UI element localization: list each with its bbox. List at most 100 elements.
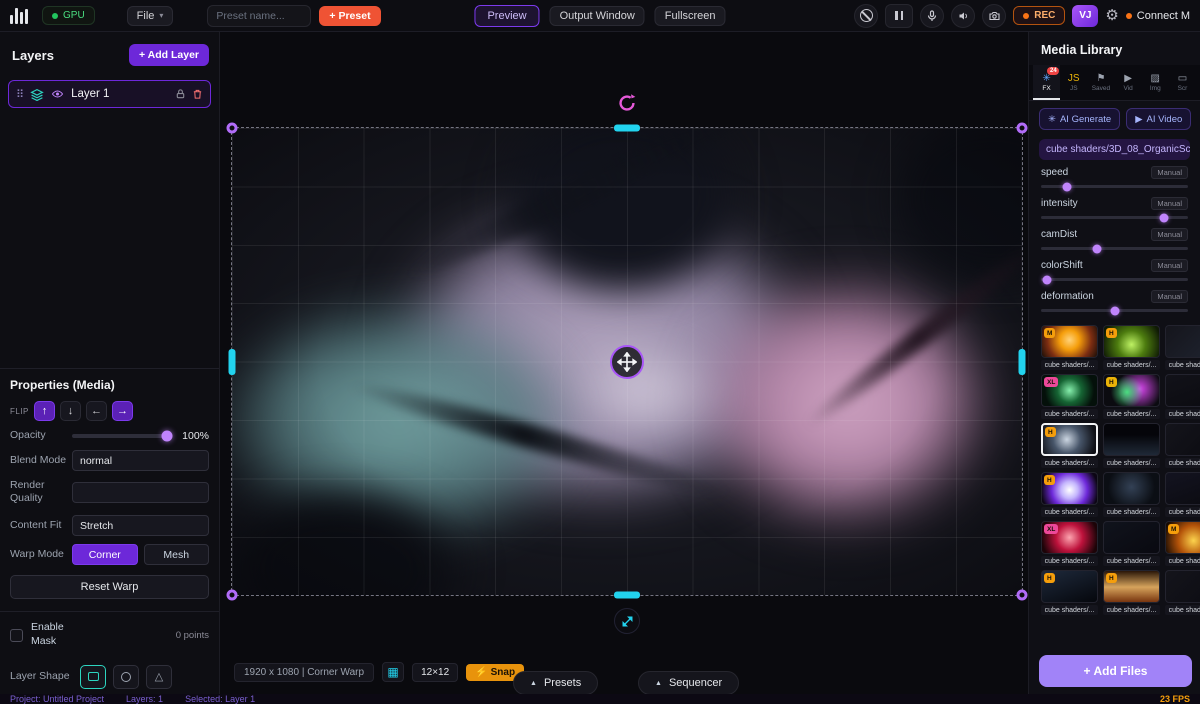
preview-button[interactable]: Preview	[474, 5, 539, 27]
ai-video-button[interactable]: ▶ AI Video	[1126, 108, 1191, 130]
media-item[interactable]: XLcube shaders/...	[1041, 374, 1098, 423]
edge-handle-right[interactable]	[1019, 349, 1026, 375]
render-quality-select[interactable]	[72, 482, 209, 503]
media-item[interactable]: Mcube shaders/...	[1165, 521, 1200, 570]
param-knob[interactable]	[1042, 275, 1051, 284]
tab-saved[interactable]: ⚑Saved	[1087, 65, 1114, 100]
corner-handle-br[interactable]	[1017, 590, 1028, 601]
media-thumbnail[interactable]: H	[1041, 472, 1098, 505]
media-thumbnail[interactable]: M	[1165, 521, 1200, 554]
media-thumbnail[interactable]	[1103, 521, 1160, 554]
param-mode-badge[interactable]: Manual	[1151, 197, 1188, 210]
rotate-handle[interactable]	[616, 92, 638, 114]
media-item[interactable]: Hcube shaders/...	[1103, 325, 1160, 374]
edge-handle-bottom[interactable]	[614, 592, 640, 599]
param-mode-badge[interactable]: Manual	[1151, 259, 1188, 272]
grid-size-select[interactable]: 12×12	[412, 663, 458, 682]
media-item[interactable]: cube shaders/...	[1165, 472, 1200, 521]
media-thumbnail[interactable]: H	[1103, 570, 1160, 603]
presets-dock-button[interactable]: ▲ Presets	[513, 671, 598, 695]
audio-button[interactable]	[951, 4, 975, 28]
param-knob[interactable]	[1063, 182, 1072, 191]
media-item[interactable]: cube shaders/...	[1103, 472, 1160, 521]
trash-icon[interactable]	[192, 88, 203, 100]
media-item[interactable]: Hcube shaders/...	[1041, 423, 1098, 472]
sequencer-dock-button[interactable]: ▲ Sequencer	[638, 671, 739, 695]
media-thumbnail[interactable]: XL	[1041, 521, 1098, 554]
eye-icon[interactable]	[50, 88, 65, 100]
media-item[interactable]: cube shaders/...	[1165, 570, 1200, 619]
ai-generate-button[interactable]: ✳ AI Generate	[1039, 108, 1120, 130]
reset-warp-button[interactable]: Reset Warp	[10, 575, 209, 599]
tab-vid[interactable]: ▶Vid	[1115, 65, 1142, 100]
corner-handle-bl[interactable]	[227, 590, 238, 601]
add-preset-button[interactable]: + Preset	[319, 6, 380, 26]
edge-handle-left[interactable]	[229, 349, 236, 375]
shape-circle-button[interactable]	[113, 665, 139, 689]
tab-fx[interactable]: ✳24FX	[1033, 65, 1060, 100]
opacity-slider[interactable]	[72, 434, 167, 438]
warp-mesh-button[interactable]: Mesh	[144, 544, 210, 565]
blend-mode-select[interactable]: normal	[72, 450, 209, 471]
media-item[interactable]: cube shaders/...	[1165, 423, 1200, 472]
fullscreen-button[interactable]: Fullscreen	[655, 6, 726, 26]
disable-button[interactable]	[854, 4, 878, 28]
media-thumbnail[interactable]	[1103, 472, 1160, 505]
add-layer-button[interactable]: + Add Layer	[129, 44, 209, 66]
media-item[interactable]: XLcube shaders/...	[1041, 521, 1098, 570]
media-item[interactable]: Hcube shaders/...	[1103, 374, 1160, 423]
param-mode-badge[interactable]: Manual	[1151, 166, 1188, 179]
param-slider[interactable]	[1041, 278, 1188, 281]
vj-mode-button[interactable]: VJ	[1072, 5, 1098, 27]
param-slider[interactable]	[1041, 247, 1188, 250]
gear-icon[interactable]: ⚙	[1105, 8, 1118, 23]
media-thumbnail[interactable]	[1103, 423, 1160, 456]
preset-name-input[interactable]	[207, 5, 311, 27]
tab-js[interactable]: JSJS	[1060, 65, 1087, 100]
output-window-button[interactable]: Output Window	[550, 6, 645, 26]
current-shader-badge[interactable]: cube shaders/3D_08_OrganicSculpt	[1039, 139, 1190, 160]
media-thumbnail[interactable]: H	[1041, 570, 1098, 603]
media-thumbnail[interactable]: H	[1041, 423, 1098, 456]
tab-scr[interactable]: ▭Scr	[1169, 65, 1196, 100]
opacity-knob[interactable]	[162, 430, 173, 441]
media-thumbnail[interactable]	[1165, 374, 1200, 407]
shape-triangle-button[interactable]: △	[146, 665, 172, 689]
media-thumbnail[interactable]	[1165, 325, 1200, 358]
param-knob[interactable]	[1092, 244, 1101, 253]
media-item[interactable]: Hcube shaders/...	[1103, 570, 1160, 619]
param-slider[interactable]	[1041, 309, 1188, 312]
flip-right-button[interactable]: →	[112, 401, 133, 421]
media-thumbnail[interactable]	[1165, 570, 1200, 603]
media-thumbnail[interactable]: H	[1103, 325, 1160, 358]
shape-rect-button[interactable]	[80, 665, 106, 689]
grid-toggle-button[interactable]: ▦	[382, 662, 404, 682]
corner-handle-tr[interactable]	[1017, 123, 1028, 134]
media-item[interactable]: Hcube shaders/...	[1041, 472, 1098, 521]
media-item[interactable]: cube shaders/...	[1103, 521, 1160, 570]
media-item[interactable]: Hcube shaders/...	[1041, 570, 1098, 619]
media-thumbnail[interactable]: H	[1103, 374, 1160, 407]
media-item[interactable]: cube shaders/...	[1103, 423, 1160, 472]
flip-down-button[interactable]: ↓	[60, 401, 81, 421]
pause-button[interactable]	[885, 4, 913, 28]
media-thumbnail[interactable]: XL	[1041, 374, 1098, 407]
tab-img[interactable]: ▨Img	[1142, 65, 1169, 100]
param-slider[interactable]	[1041, 185, 1188, 188]
param-mode-badge[interactable]: Manual	[1151, 290, 1188, 303]
param-knob[interactable]	[1110, 306, 1119, 315]
snapshot-button[interactable]	[982, 4, 1006, 28]
media-item[interactable]: cube shaders/...	[1165, 374, 1200, 423]
media-item[interactable]: Mcube shaders/...	[1041, 325, 1098, 374]
file-menu-button[interactable]: File ▾	[127, 6, 174, 26]
move-handle[interactable]	[610, 345, 644, 379]
flip-up-button[interactable]: ↑	[34, 401, 55, 421]
rec-button[interactable]: REC	[1013, 6, 1065, 25]
content-fit-select[interactable]: Stretch	[72, 515, 209, 536]
param-mode-badge[interactable]: Manual	[1151, 228, 1188, 241]
param-slider[interactable]	[1041, 216, 1188, 219]
media-thumbnail[interactable]: M	[1041, 325, 1098, 358]
add-files-button[interactable]: + Add Files	[1039, 655, 1192, 687]
media-item[interactable]: cube shaders/...	[1165, 325, 1200, 374]
lock-icon[interactable]	[175, 88, 186, 100]
